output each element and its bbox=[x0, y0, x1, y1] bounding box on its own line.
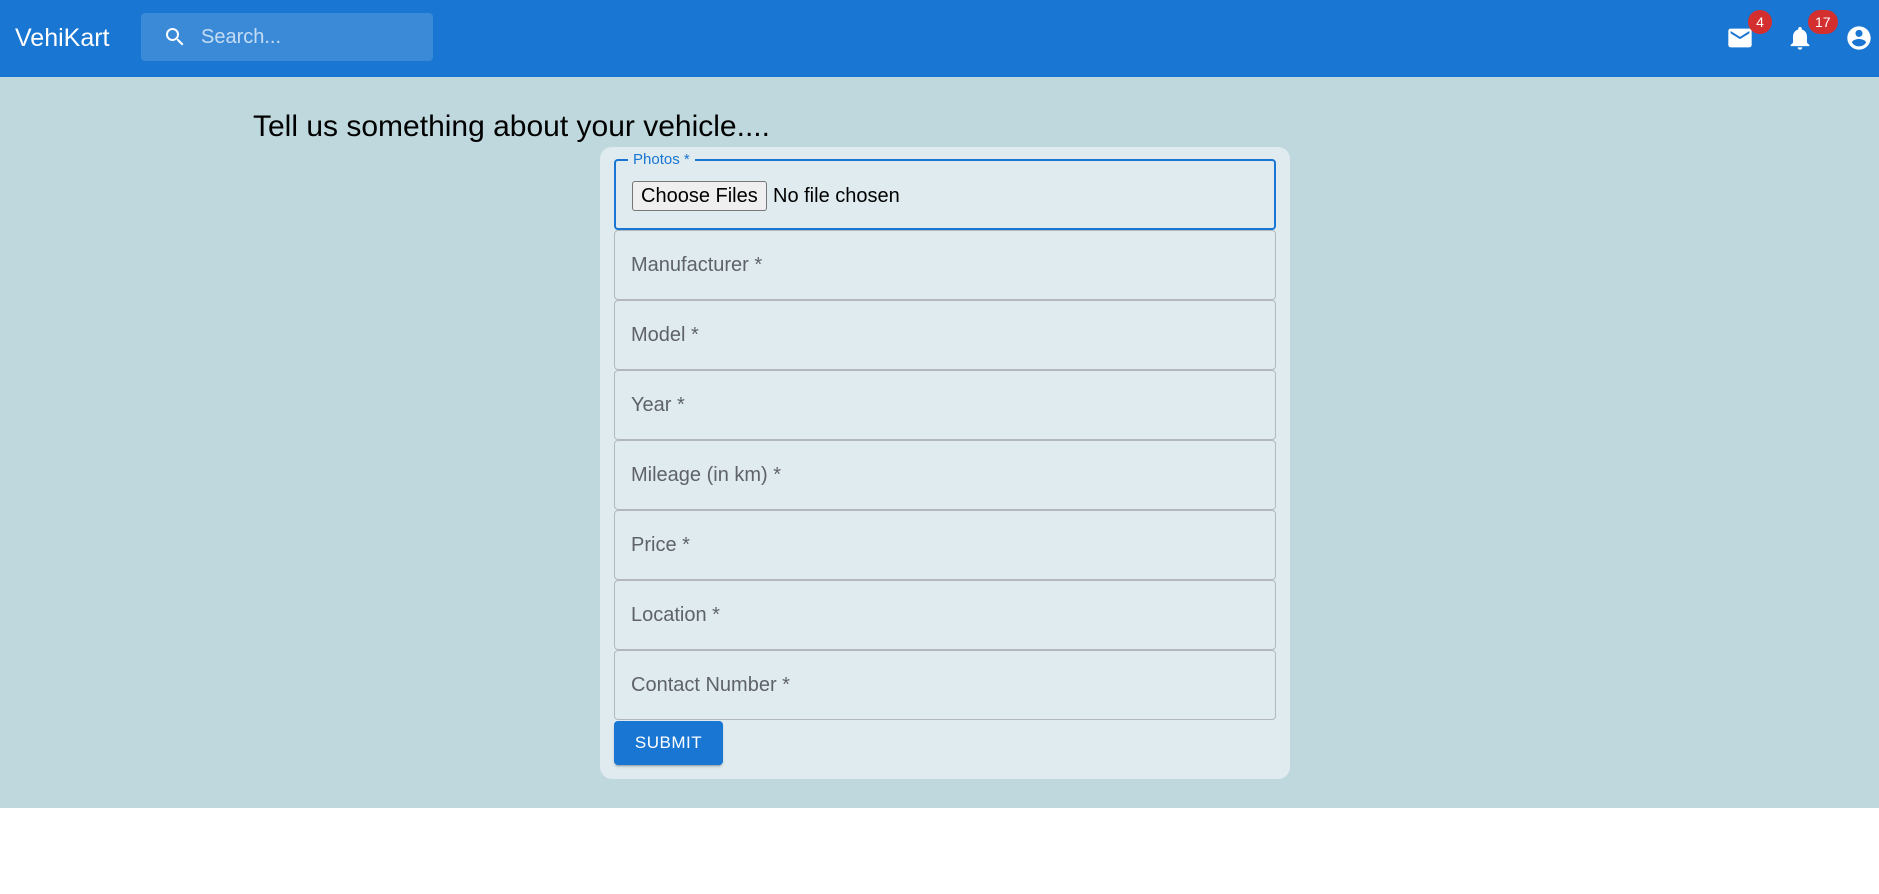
manufacturer-label: Manufacturer * bbox=[631, 254, 763, 276]
price-field[interactable]: Price * bbox=[614, 510, 1276, 580]
model-field[interactable]: Model * bbox=[614, 300, 1276, 370]
photos-label: Photos * bbox=[628, 151, 695, 169]
search-input[interactable] bbox=[201, 13, 426, 61]
mileage-field[interactable]: Mileage (in km) * bbox=[614, 440, 1276, 510]
photos-field: Photos * Choose Files No file chosen bbox=[614, 151, 1276, 230]
year-field[interactable]: Year * bbox=[614, 370, 1276, 440]
file-status: No file chosen bbox=[773, 185, 900, 207]
search-box[interactable] bbox=[141, 13, 433, 61]
price-label: Price * bbox=[631, 534, 690, 556]
location-label: Location * bbox=[631, 604, 720, 626]
notifications-badge: 17 bbox=[1808, 10, 1838, 34]
manufacturer-field[interactable]: Manufacturer * bbox=[614, 230, 1276, 300]
notifications-button[interactable]: 17 bbox=[1776, 10, 1838, 62]
account-button[interactable] bbox=[1835, 14, 1879, 62]
location-field[interactable]: Location * bbox=[614, 580, 1276, 650]
submit-button[interactable]: SUBMIT bbox=[614, 721, 723, 765]
main-content: Tell us something about your vehicle....… bbox=[0, 77, 1879, 808]
search-icon bbox=[166, 28, 184, 46]
mileage-label: Mileage (in km) * bbox=[631, 464, 782, 486]
account-circle-icon bbox=[1847, 26, 1871, 50]
app-bar: VehiKart 4 17 bbox=[0, 0, 1879, 77]
year-label: Year * bbox=[631, 394, 685, 416]
vehicle-form: Photos * Choose Files No file chosen Man… bbox=[600, 147, 1290, 779]
mail-button[interactable]: 4 bbox=[1716, 10, 1772, 62]
contact-number-label: Contact Number * bbox=[631, 674, 790, 696]
contact-number-field[interactable]: Contact Number * bbox=[614, 650, 1276, 720]
model-label: Model * bbox=[631, 324, 699, 346]
choose-files-button[interactable]: Choose Files bbox=[632, 181, 767, 211]
page-heading: Tell us something about your vehicle.... bbox=[253, 110, 770, 143]
brand-logo[interactable]: VehiKart bbox=[15, 23, 110, 53]
mail-badge: 4 bbox=[1748, 10, 1772, 34]
